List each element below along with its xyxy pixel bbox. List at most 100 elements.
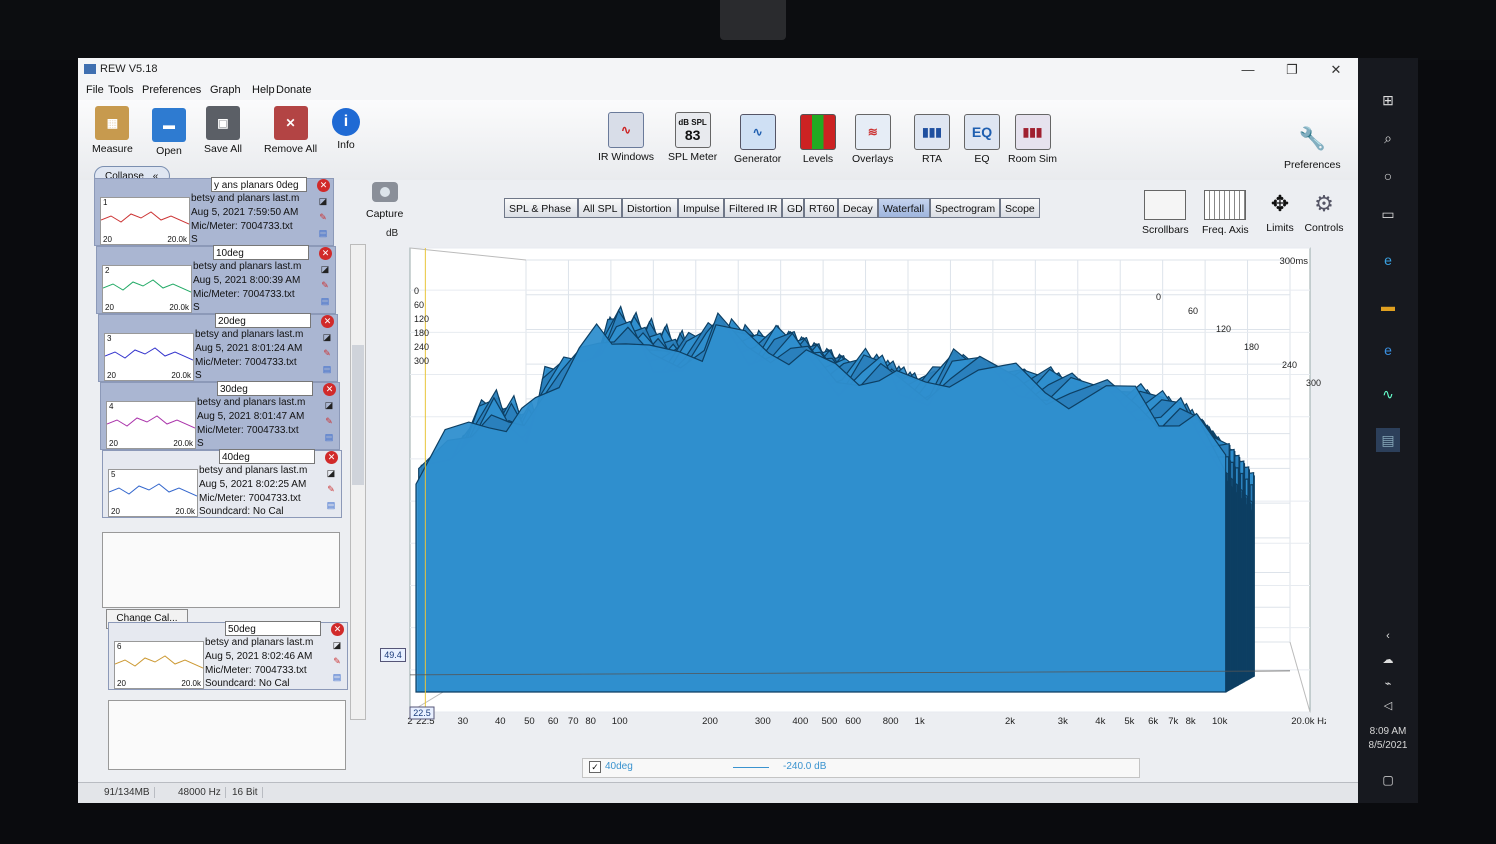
cloud-icon[interactable]: ☁ bbox=[1376, 648, 1400, 672]
notes-icon[interactable]: ▤ bbox=[319, 295, 331, 307]
network-icon[interactable]: ⌁ bbox=[1376, 672, 1400, 696]
measurement-item[interactable]: 2 20 20.0k 10deg ✕ betsy and planars last.m Au… bbox=[96, 245, 336, 314]
notification-icon[interactable]: ▢ bbox=[1376, 768, 1400, 792]
search-icon[interactable]: ⌕ bbox=[1376, 126, 1400, 150]
windows-start-icon[interactable]: ⊞ bbox=[1376, 88, 1400, 112]
measurement-name-field[interactable]: 40deg bbox=[219, 449, 315, 464]
measurement-item[interactable]: 5 20 20.0k 40deg ✕ betsy and planars last.m Au… bbox=[102, 449, 342, 518]
cortana-icon[interactable]: ○ bbox=[1376, 164, 1400, 188]
task-view-icon[interactable]: ▭ bbox=[1376, 202, 1400, 226]
tab-distortion[interactable]: Distortion bbox=[622, 198, 678, 218]
edit-icon[interactable]: ◪ bbox=[325, 467, 337, 479]
minimize-button[interactable]: — bbox=[1228, 60, 1268, 80]
remove-measurement-icon[interactable]: ✕ bbox=[319, 247, 332, 260]
measurement-name-field[interactable]: 10deg bbox=[213, 245, 309, 260]
pen-icon[interactable]: ✎ bbox=[323, 415, 335, 427]
eq-button[interactable]: EQ EQ bbox=[964, 114, 1000, 165]
tab-gd[interactable]: GD bbox=[782, 198, 804, 218]
legend-checkbox[interactable]: ✓ bbox=[589, 761, 601, 773]
measurement-name-field[interactable]: 20deg bbox=[215, 313, 311, 328]
tab-scope[interactable]: Scope bbox=[1000, 198, 1040, 218]
legend-bar: ✓ 40deg -240.0 dB bbox=[582, 758, 1140, 778]
remove-all-button[interactable]: ✕ Remove All bbox=[264, 106, 317, 155]
pen-icon[interactable]: ✎ bbox=[317, 211, 329, 223]
menu-bar: File Tools Preferences Graph Help Donate bbox=[78, 82, 1358, 100]
capture-button[interactable]: Capture bbox=[366, 178, 403, 220]
generator-button[interactable]: ∿ Generator bbox=[734, 114, 781, 165]
pen-icon[interactable]: ✎ bbox=[319, 279, 331, 291]
tab-rt60[interactable]: RT60 bbox=[804, 198, 838, 218]
notes-icon[interactable]: ▤ bbox=[321, 363, 333, 375]
pen-icon[interactable]: ✎ bbox=[325, 483, 337, 495]
notes-icon[interactable]: ▤ bbox=[325, 499, 337, 511]
menu-preferences[interactable]: Preferences bbox=[142, 84, 201, 96]
notes-icon[interactable]: ▤ bbox=[331, 671, 343, 683]
tab-waterfall[interactable]: Waterfall bbox=[878, 198, 930, 218]
close-window-button[interactable]: ✕ bbox=[1316, 60, 1356, 80]
edit-icon[interactable]: ◪ bbox=[319, 263, 331, 275]
tab-filtered-ir[interactable]: Filtered IR bbox=[724, 198, 782, 218]
maximize-button[interactable]: ❐ bbox=[1272, 60, 1312, 80]
pen-icon[interactable]: ✎ bbox=[321, 347, 333, 359]
volume-icon[interactable]: ◁ bbox=[1376, 694, 1400, 718]
notes-area-2[interactable] bbox=[108, 700, 346, 770]
edit-icon[interactable]: ◪ bbox=[317, 195, 329, 207]
notes-icon[interactable]: ▤ bbox=[317, 227, 329, 239]
freq-axis-button[interactable]: Freq. Axis bbox=[1202, 190, 1249, 236]
x-tick-label: 80 bbox=[585, 716, 596, 726]
tab-spl-phase[interactable]: SPL & Phase bbox=[504, 198, 578, 218]
save-all-button[interactable]: ▣ Save All bbox=[204, 106, 242, 155]
chevron-left-icon[interactable]: ‹ bbox=[1376, 624, 1400, 648]
tab-all-spl[interactable]: All SPL bbox=[578, 198, 622, 218]
rew-taskbar-icon[interactable]: ∿ bbox=[1376, 382, 1400, 406]
edit-icon[interactable]: ◪ bbox=[323, 399, 335, 411]
measurement-item[interactable]: 3 20 20.0k 20deg ✕ betsy and planars last.m Au… bbox=[98, 313, 338, 382]
rta-button[interactable]: ▮▮▮ RTA bbox=[914, 114, 950, 165]
tab-impulse[interactable]: Impulse bbox=[678, 198, 724, 218]
measurement-file: betsy and planars last.m bbox=[193, 261, 302, 272]
measurement-soundcard: S bbox=[191, 234, 198, 245]
remove-measurement-icon[interactable]: ✕ bbox=[317, 179, 330, 192]
file-explorer-icon[interactable]: ▬ bbox=[1376, 294, 1400, 318]
edge-icon[interactable]: e bbox=[1376, 248, 1400, 272]
waterfall-chart[interactable]: 1009590858075706560555045222.53040506070… bbox=[406, 240, 1326, 726]
open-button[interactable]: ▬ Open bbox=[152, 108, 186, 157]
limits-button[interactable]: ✥ Limits bbox=[1260, 190, 1300, 234]
menu-graph[interactable]: Graph bbox=[210, 84, 241, 96]
remove-measurement-icon[interactable]: ✕ bbox=[325, 451, 338, 464]
measurement-name-field[interactable]: y ans planars 0deg bbox=[211, 177, 307, 192]
scrollbar-thumb[interactable] bbox=[352, 345, 364, 485]
measure-button[interactable]: ▦ Measure bbox=[92, 106, 133, 155]
edit-icon[interactable]: ◪ bbox=[321, 331, 333, 343]
measurement-item[interactable]: 4 20 20.0k 30deg ✕ betsy and planars last.m Au… bbox=[100, 381, 340, 450]
measurement-item[interactable]: 1 20 20.0k y ans planars 0deg ✕ betsy and pla… bbox=[94, 177, 334, 246]
measurement-name-field[interactable]: 50deg bbox=[225, 621, 321, 636]
info-button[interactable]: i Info bbox=[332, 108, 360, 151]
menu-help[interactable]: Help bbox=[252, 84, 275, 96]
menu-donate[interactable]: Donate bbox=[276, 84, 311, 96]
levels-button[interactable]: Levels bbox=[800, 114, 836, 165]
remove-measurement-icon[interactable]: ✕ bbox=[321, 315, 334, 328]
measurement-item[interactable]: 6 20 20.0k 50deg ✕ betsy and planars last.m Au… bbox=[108, 621, 348, 690]
rew-active-taskbar-icon[interactable]: ▤ bbox=[1376, 428, 1400, 452]
ie-icon[interactable]: e bbox=[1376, 338, 1400, 362]
menu-file[interactable]: File bbox=[86, 84, 104, 96]
notes-area[interactable] bbox=[102, 532, 340, 608]
edit-icon[interactable]: ◪ bbox=[331, 639, 343, 651]
measurement-scrollbar[interactable] bbox=[350, 244, 366, 720]
room-sim-button[interactable]: ▮▮▮ Room Sim bbox=[1008, 114, 1057, 165]
measurement-name-field[interactable]: 30deg bbox=[217, 381, 313, 396]
menu-tools[interactable]: Tools bbox=[108, 84, 134, 96]
ir-windows-button[interactable]: ∿ IR Windows bbox=[598, 112, 654, 163]
remove-measurement-icon[interactable]: ✕ bbox=[331, 623, 344, 636]
spl-meter-button[interactable]: dB SPL 83 SPL Meter bbox=[668, 112, 717, 163]
overlays-button[interactable]: ≋ Overlays bbox=[852, 114, 893, 165]
remove-measurement-icon[interactable]: ✕ bbox=[323, 383, 336, 396]
tab-spectrogram[interactable]: Spectrogram bbox=[930, 198, 1000, 218]
preferences-button[interactable]: 🔧 Preferences bbox=[1284, 122, 1341, 171]
pen-icon[interactable]: ✎ bbox=[331, 655, 343, 667]
controls-button[interactable]: ⚙ Controls bbox=[1304, 190, 1344, 234]
tab-decay[interactable]: Decay bbox=[838, 198, 878, 218]
notes-icon[interactable]: ▤ bbox=[323, 431, 335, 443]
scrollbars-button[interactable]: Scrollbars bbox=[1142, 190, 1189, 236]
